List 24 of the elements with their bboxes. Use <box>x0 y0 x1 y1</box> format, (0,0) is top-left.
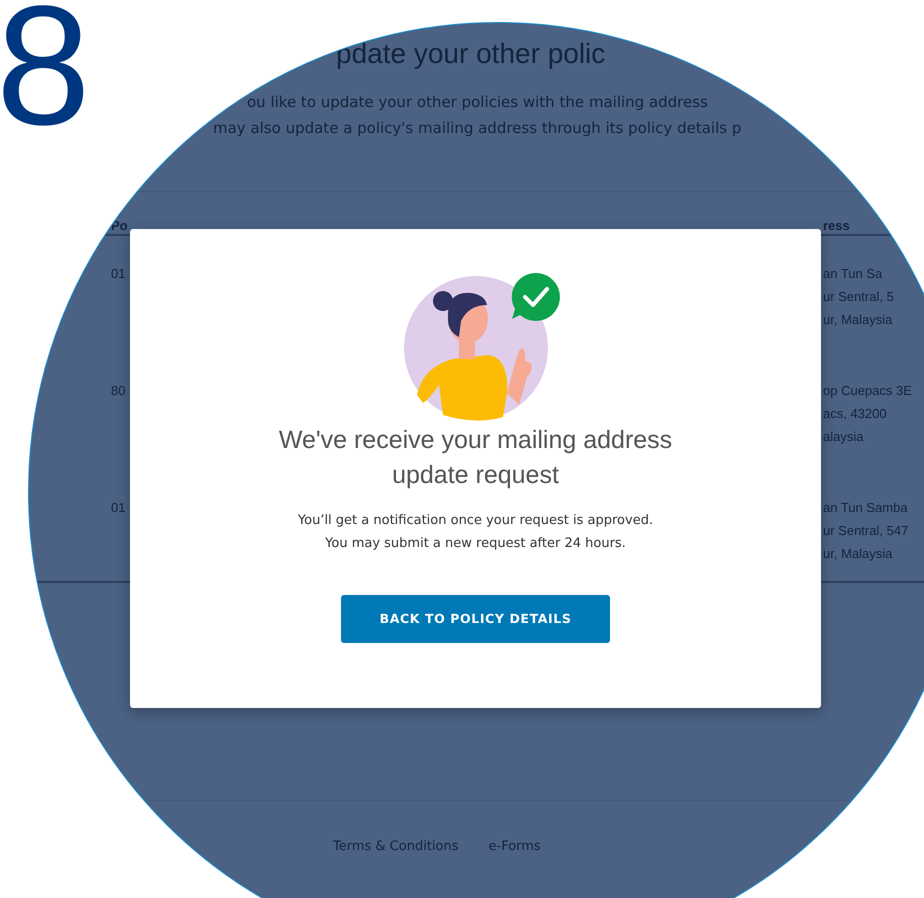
table-cell: acs, 43200 <box>823 406 887 421</box>
table-cell: an Tun Sa <box>823 266 882 281</box>
page-heading: pdate your other polic <box>336 37 606 71</box>
dialog-message: You’ll get a notification once your request is approved. <box>298 512 654 530</box>
table-cell: 01 <box>111 500 126 515</box>
table-cell: an Tun Samba <box>823 500 908 515</box>
footer-link[interactable]: e-Forms <box>488 837 541 856</box>
table-cell: ur Sentral, 5 <box>823 289 894 304</box>
dialog-title: We've receive your mailing address update request <box>278 425 674 491</box>
table-cell: ur, Malaysia <box>823 312 892 327</box>
back-to-policy-details-button[interactable]: BACK TO POLICY DETAILS <box>341 595 610 643</box>
table-cell: op Cuepacs 3E <box>823 383 912 398</box>
check-bubble-icon <box>510 271 562 323</box>
dialog-message: You may submit a new request after 24 hours. <box>324 535 627 553</box>
description-text: may also update a policy's mailing address through its policy details p <box>213 118 742 139</box>
step-number: 8 <box>0 0 91 133</box>
table-cell: ur, Malaysia <box>823 546 892 561</box>
column-header: ress <box>823 218 850 233</box>
footer-link[interactable]: Terms & Conditions <box>333 837 458 856</box>
table-cell: 01 <box>111 266 126 281</box>
table-cell: 80 <box>111 383 126 398</box>
table-cell: ur Sentral, 547 <box>823 523 908 538</box>
table-cell: alaysia <box>823 429 864 444</box>
description-text: ou like to update your other policies with the mailing address <box>247 92 709 113</box>
